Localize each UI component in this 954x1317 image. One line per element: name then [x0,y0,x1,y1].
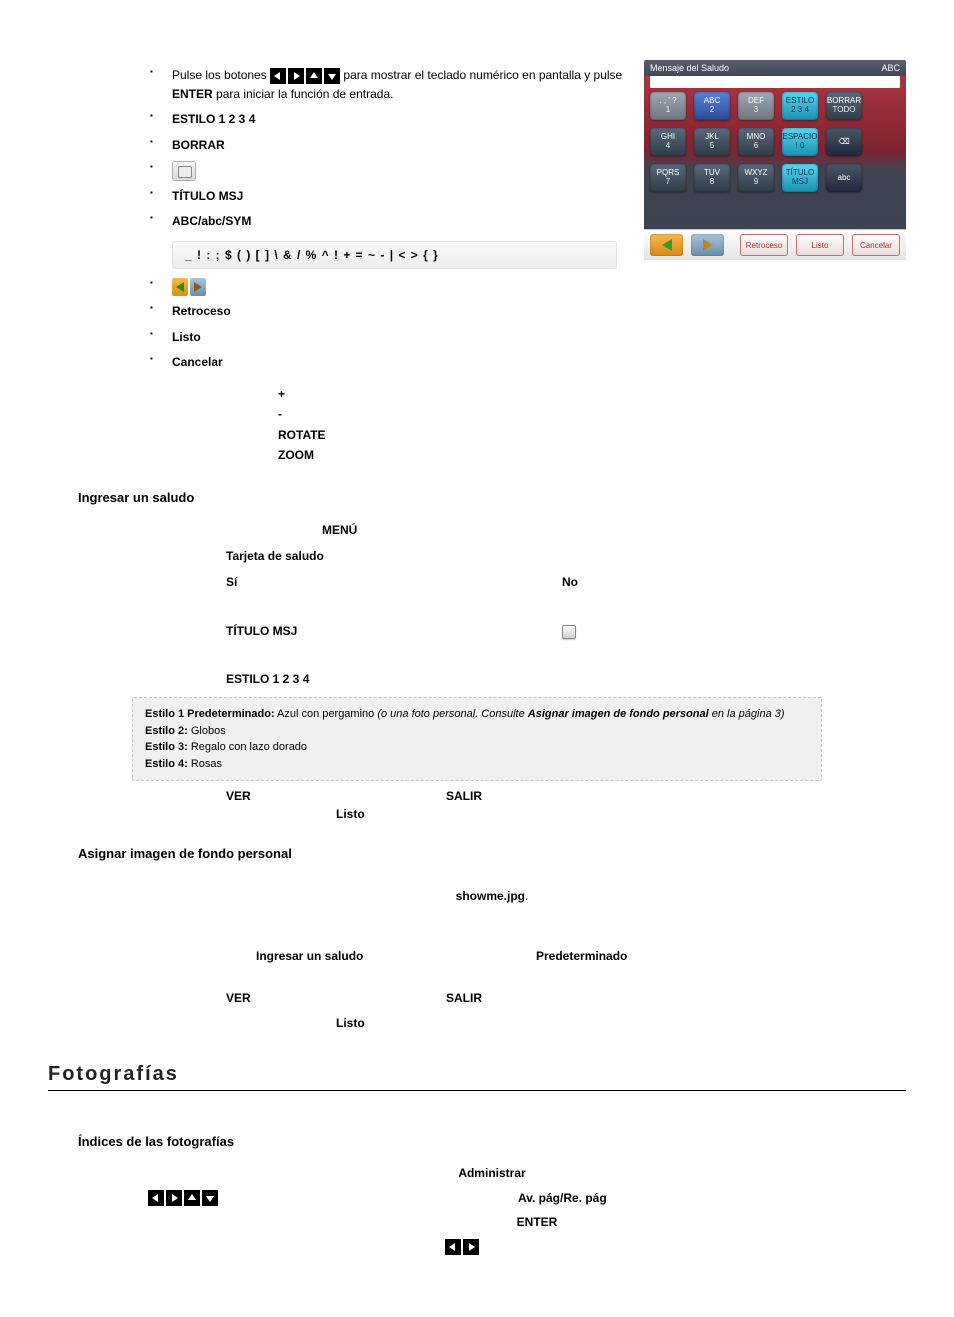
text: para mostrar el teclado numérico en pant… [343,68,622,82]
osd-btn-retroceso[interactable]: Retroceso [740,234,788,256]
label: Retroceso [172,304,231,318]
avre-label: Av. pág/Re. pág [518,1191,607,1205]
arrow-right-icon [166,1190,182,1206]
symbol-row: _ ! : ; $ ( ) [ ] \ & / % ^ ! + = ~ - | … [172,241,617,269]
s1-em1: (o una foto personal. Consulte [377,708,527,720]
s3-label: Estilo 3: [145,741,188,753]
text: para iniciar la función de entrada. [216,87,393,101]
s1-em-bold: Asignar imagen de fondo personal [528,708,709,720]
label: ABC/abc/SYM [172,214,251,228]
heading-indices: Índices de las fotografías [78,1131,906,1153]
s4-label: Estilo 4: [145,758,188,770]
label: Cancelar [172,355,223,369]
mini-nav-icons [172,278,206,296]
arrow-right-icon [463,1239,479,1255]
mini-nav-right-icon [190,278,206,296]
osd-btn-listo[interactable]: Listo [796,234,844,256]
s1-em2: en la página 3) [709,708,785,720]
arrow-left-right-up-down-icons [270,68,340,84]
arrow-down-icon [324,68,340,84]
listo-label: Listo [336,807,365,821]
arrow-left-icon [445,1239,461,1255]
file-name: showme.jpg [456,889,525,903]
arrow-left-icon [148,1190,164,1206]
s2-label: Estilo 2: [145,725,188,737]
bullet-cancelar: Cancelar [150,353,906,372]
section-fotografias: Fotografías [48,1063,906,1091]
s3-text: Regalo con lazo dorado [188,741,307,753]
text: Pulse los botones [172,68,270,82]
enter-label-2: ENTER [517,1215,558,1229]
rotate-zoom-block: + - ROTATE ZOOM [278,384,906,466]
heading-asignar-fondo: Asignar imagen de fondo personal [78,843,906,865]
rotate-label: ROTATE [278,425,906,445]
enter-label: ENTER [172,87,213,101]
arrow-set-2 [148,1190,218,1206]
administrar-label: Administrar [458,1166,525,1180]
minus-label: - [278,404,906,424]
label: BORRAR [172,138,225,152]
ver2-label: VER [226,991,251,1005]
bullet-mini-nav [150,277,906,296]
label: ESTILO 1 2 3 4 [172,112,255,126]
bullet-borrar: BORRAR [150,136,906,155]
listo2-label: Listo [336,1016,365,1030]
s1-text: Azul con pergamino [275,708,378,720]
bullet-enter: Pulse los botones para mostrar el teclad… [150,66,906,104]
bullet-listo: Listo [150,328,906,347]
arrow-up-icon [306,68,322,84]
s2-text: Globos [188,725,226,737]
bullet-backspace-icon [150,161,906,181]
plus-label: + [278,384,906,404]
s4-text: Rosas [188,758,222,770]
bullet-retroceso: Retroceso [150,302,906,321]
ingresar-label: Ingresar un saludo [256,949,363,963]
zoom-label: ZOOM [278,445,906,465]
bullet-titulo-msj: TÍTULO MSJ [150,187,906,206]
backspace-icon [172,161,196,181]
arrow-left-icon [270,68,286,84]
arrow-set-3 [445,1239,479,1255]
pill-icon [562,625,576,639]
predeterminado-label: Predeterminado [536,949,627,963]
mini-nav-left-icon [172,278,188,296]
osd-nav-left[interactable] [650,234,683,256]
ver-label: VER [226,789,251,803]
label: Listo [172,330,201,344]
bullet-abc: ABC/abc/SYM [150,212,906,231]
osd-btn-cancelar[interactable]: Cancelar [852,234,900,256]
titulo-msj-label: TÍTULO MSJ [226,624,297,638]
arrow-right-icon [288,68,304,84]
arrow-up-icon [184,1190,200,1206]
menu-label: MENÚ [322,523,357,537]
salir-label: SALIR [446,789,482,803]
no-label: No [562,575,578,589]
style-note-box: Estilo 1 Predeterminado: Azul con pergam… [132,697,822,781]
si-label: Sí [226,575,237,589]
tarjeta-label: Tarjeta de saludo [226,549,324,563]
s1-label: Estilo 1 Predeterminado: [145,708,275,720]
heading-ingresar-saludo: Ingresar un saludo [78,487,906,509]
estilo-label: ESTILO 1 2 3 4 [226,672,309,686]
salir2-label: SALIR [446,991,482,1005]
osd-nav-right[interactable] [691,234,724,256]
bullet-estilo: ESTILO 1 2 3 4 [150,110,906,129]
arrow-down-icon [202,1190,218,1206]
label: TÍTULO MSJ [172,189,243,203]
